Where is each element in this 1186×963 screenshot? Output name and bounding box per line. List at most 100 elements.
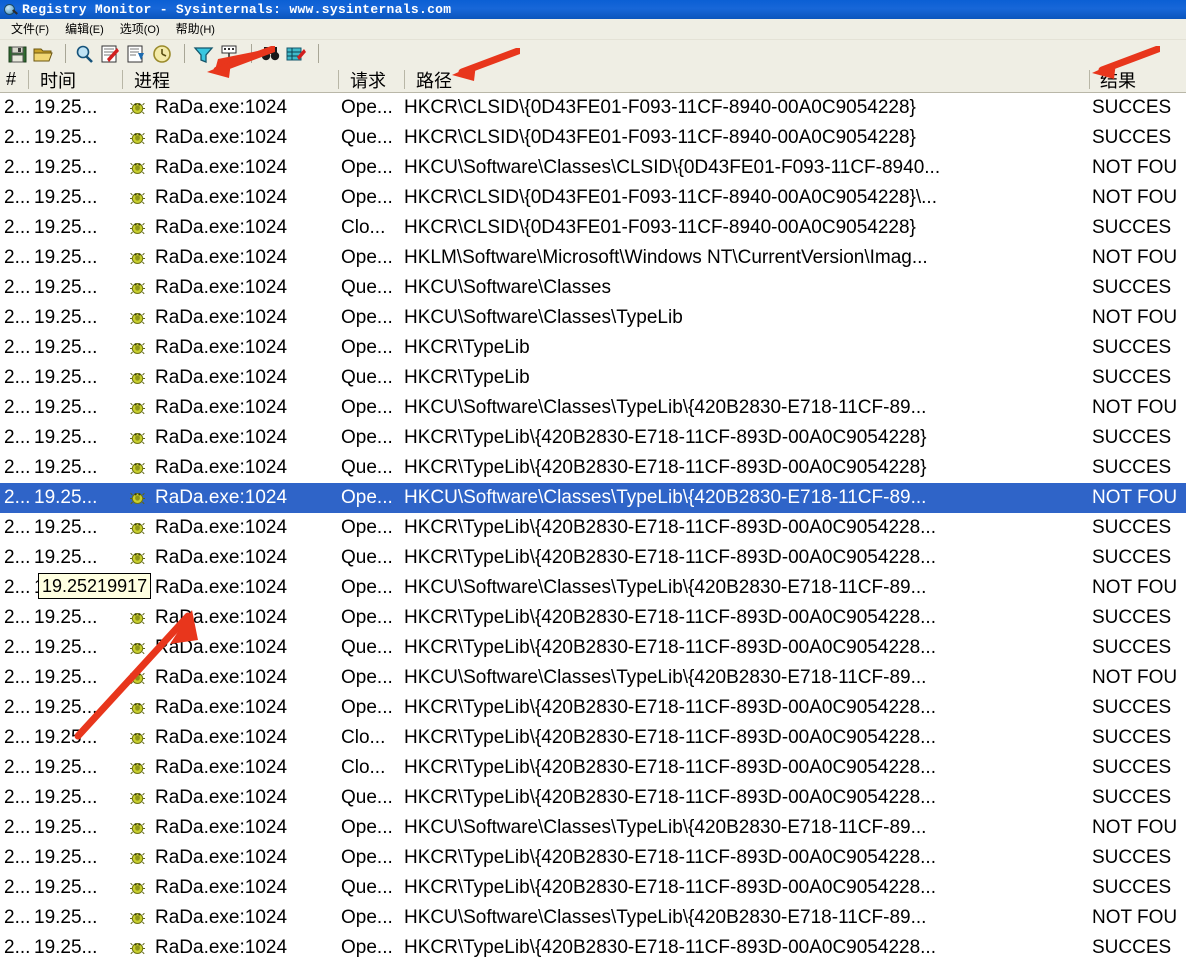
cell-index: 2... (4, 547, 31, 568)
cell-process: RaDa.exe:1024 (155, 607, 288, 628)
column-divider-5[interactable] (1089, 70, 1090, 89)
cell-path: HKCR\TypeLib (404, 337, 530, 358)
cell-path: HKCU\Software\Classes\TypeLib\{420B2830-… (404, 397, 927, 418)
cell-result: SUCCES (1092, 697, 1172, 718)
cell-index: 2... (4, 727, 31, 748)
cell-process: RaDa.exe:1024 (155, 217, 288, 238)
table-row[interactable]: 2...19.25...RaDa.exe:1024Ope...HKCU\Soft… (0, 393, 1186, 423)
table-row[interactable]: 2... 19.25... RaDa.exe:1024 Ope... HKCR\Type… (0, 843, 1186, 873)
menu-help[interactable]: 帮助(H) (169, 20, 224, 39)
process-bug-icon (130, 551, 145, 565)
table-row[interactable]: 2... 19.25... RaDa.exe:1024 Ope... HKCR\Type… (0, 693, 1186, 723)
table-row[interactable]: 2...19.25...RaDa.exe:1024Ope...HKCU\Soft… (0, 573, 1186, 603)
cell-index: 2... (4, 787, 31, 808)
column-header-time[interactable]: 时间 (40, 67, 76, 92)
column-divider-1[interactable] (28, 70, 29, 89)
cell-path: HKLM\Software\Microsoft\Windows NT\Curre… (404, 247, 928, 268)
cell-result: SUCCES (1092, 937, 1172, 958)
jump-to-regedit-icon[interactable] (285, 43, 308, 65)
column-divider-2[interactable] (122, 70, 123, 89)
menu-options[interactable]: 选项(O) (113, 20, 169, 39)
menu-help-label: 帮助 (175, 21, 200, 36)
save-icon[interactable] (6, 43, 29, 65)
cell-result: SUCCES (1092, 877, 1172, 898)
filter-funnel-icon[interactable] (192, 43, 215, 65)
cell-time: 19.25... (34, 607, 98, 628)
table-row[interactable]: 2...19.25...RaDa.exe:1024Ope...HKCU\Soft… (0, 483, 1186, 513)
column-divider-4[interactable] (404, 70, 405, 89)
table-row[interactable]: 2...19.25...RaDa.exe:1024Ope...HKCU\Soft… (0, 153, 1186, 183)
cell-process: RaDa.exe:1024 (155, 937, 288, 958)
magnifier-registry-icon (3, 2, 19, 18)
process-bug-icon (130, 791, 145, 805)
table-row[interactable]: 2...19.25...RaDa.exe:1024Ope...HKCU\Soft… (0, 303, 1186, 333)
cell-index: 2... (4, 217, 31, 238)
column-header-process[interactable]: 进程 (134, 67, 170, 92)
capture-magnifier-icon[interactable] (73, 43, 96, 65)
table-row[interactable]: 2... 19.25... RaDa.exe:1024 Ope... HKCR\CLSI… (0, 93, 1186, 123)
table-row[interactable]: 2... 19.25... RaDa.exe:1024 Ope... HKCR\Type… (0, 333, 1186, 363)
table-row[interactable]: 2... 19.25... RaDa.exe:1024 Ope... HKCR\CLSI… (0, 183, 1186, 213)
cell-result: SUCCES (1092, 787, 1172, 808)
cell-request: Clo... (341, 757, 386, 778)
table-row[interactable]: 2... 19.25... RaDa.exe:1024 Ope... HKCR\Type… (0, 933, 1186, 963)
table-row[interactable]: 2... 19.25... RaDa.exe:1024 Que... HKCR\Type… (0, 543, 1186, 573)
cell-result: NOT FOU (1092, 907, 1178, 928)
menubar: 文件(F) 编辑(E) 选项(O) 帮助(H) (0, 19, 1186, 40)
cell-time: 19.25... (34, 877, 98, 898)
cell-time: 19.25... (34, 427, 98, 448)
menu-file[interactable]: 文件(F) (4, 20, 58, 39)
cell-time: 19.25... (34, 187, 98, 208)
cell-path: HKCR\TypeLib\{420B2830-E718-11CF-893D-00… (404, 697, 936, 718)
highlight-icon[interactable] (218, 43, 241, 65)
cell-process: RaDa.exe:1024 (155, 547, 288, 568)
table-row[interactable]: 2... 19.25... RaDa.exe:1024 Ope... HKCR\Type… (0, 603, 1186, 633)
table-row[interactable]: 2... 19.25... RaDa.exe:1024 Ope... HKCR\Type… (0, 513, 1186, 543)
table-row[interactable]: 2...19.25...RaDa.exe:1024Ope...HKCU\Soft… (0, 663, 1186, 693)
open-folder-icon[interactable] (32, 43, 55, 65)
column-divider-3[interactable] (338, 70, 339, 89)
cell-path: HKCR\CLSID\{0D43FE01-F093-11CF-8940-00A0… (404, 97, 916, 118)
registry-event-list[interactable]: 2... 19.25... RaDa.exe:1024 Ope... HKCR\CLSI… (0, 93, 1186, 963)
table-row[interactable]: 2... 19.25... RaDa.exe:1024 Que... HKCR\Type… (0, 363, 1186, 393)
autoscroll-icon[interactable] (125, 43, 148, 65)
toolbar-separator-1 (65, 44, 66, 63)
cell-index: 2... (4, 877, 31, 898)
cell-time: 19.25... (34, 127, 98, 148)
cell-result: SUCCES (1092, 277, 1172, 298)
cell-process: RaDa.exe:1024 (155, 97, 288, 118)
clear-list-icon[interactable] (99, 43, 122, 65)
cell-result: NOT FOU (1092, 667, 1178, 688)
table-row[interactable]: 2... 19.25... RaDa.exe:1024 Que... HKCR\Type… (0, 783, 1186, 813)
table-row[interactable]: 2... 19.25... RaDa.exe:1024 Que... HKCU\Soft… (0, 273, 1186, 303)
table-row[interactable]: 2... 19.25... RaDa.exe:1024 Ope... HKCR\Type… (0, 423, 1186, 453)
cell-request: Ope... (341, 427, 393, 448)
cell-request: Clo... (341, 217, 386, 238)
table-row[interactable]: 2...19.25...RaDa.exe:1024Ope...HKCU\Soft… (0, 813, 1186, 843)
process-bug-icon (130, 281, 145, 295)
cell-time: 19.25... (34, 907, 98, 928)
cell-time: 19.25... (34, 457, 98, 478)
table-row[interactable]: 2... 19.25... RaDa.exe:1024 Que... HKCR\CLSI… (0, 123, 1186, 153)
menu-edit[interactable]: 编辑(E) (58, 20, 113, 39)
table-row[interactable]: 2... 19.25... RaDa.exe:1024 Clo... HKCR\Type… (0, 723, 1186, 753)
table-row[interactable]: 2... 19.25... RaDa.exe:1024 Ope... HKLM\Soft… (0, 243, 1186, 273)
column-header-path[interactable]: 路径 (416, 67, 452, 92)
table-row[interactable]: 2... 19.25... RaDa.exe:1024 Que... HKCR\Type… (0, 633, 1186, 663)
find-binoculars-icon[interactable] (259, 43, 282, 65)
column-header-result[interactable]: 结果 (1100, 67, 1136, 92)
table-row[interactable]: 2... 19.25... RaDa.exe:1024 Clo... HKCR\Type… (0, 753, 1186, 783)
menu-file-label: 文件 (11, 21, 36, 36)
cell-process: RaDa.exe:1024 (155, 367, 288, 388)
cell-index: 2... (4, 637, 31, 658)
table-row[interactable]: 2... 19.25... RaDa.exe:1024 Que... HKCR\Type… (0, 873, 1186, 903)
cell-process: RaDa.exe:1024 (155, 727, 288, 748)
column-header-index[interactable]: # (6, 67, 16, 92)
table-row[interactable]: 2... 19.25... RaDa.exe:1024 Que... HKCR\Type… (0, 453, 1186, 483)
table-row[interactable]: 2...19.25...RaDa.exe:1024Ope...HKCU\Soft… (0, 903, 1186, 933)
time-clock-icon[interactable] (151, 43, 174, 65)
column-header-request[interactable]: 请求 (350, 67, 386, 92)
table-row[interactable]: 2... 19.25... RaDa.exe:1024 Clo... HKCR\CLSI… (0, 213, 1186, 243)
cell-index: 2... (4, 847, 31, 868)
cell-path: HKCR\TypeLib\{420B2830-E718-11CF-893D-00… (404, 517, 936, 538)
